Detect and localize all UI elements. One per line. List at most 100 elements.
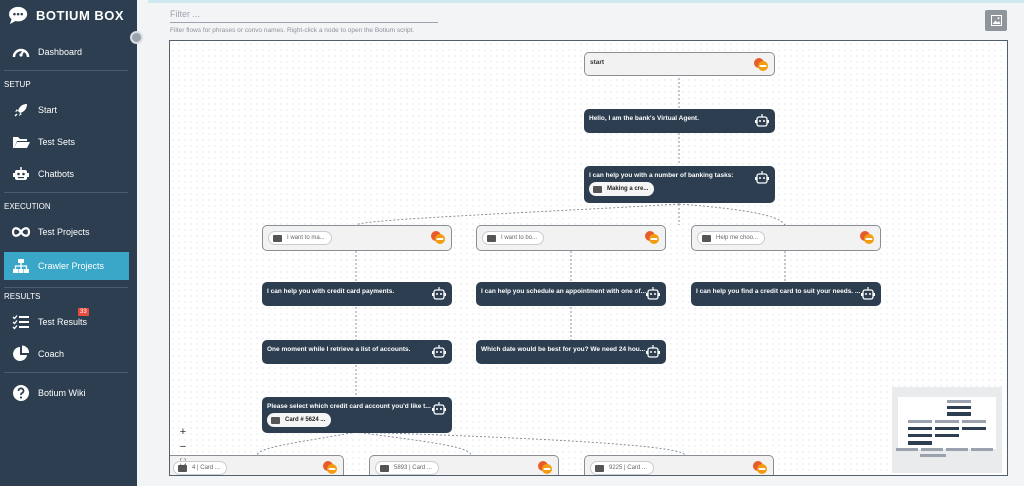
robot-icon [432,287,446,300]
chip-text: 4 | Card ... [192,465,220,471]
test-results-count-badge: 33 [78,308,89,316]
flow-node-bot[interactable]: One moment while I retrieve a list of ac… [262,340,452,364]
chat-avatar-icon [754,58,768,71]
chip-text: Card # 5624 ... [285,417,326,423]
export-image-button[interactable] [985,10,1007,31]
robot-icon [646,345,660,358]
chat-bubbles-logo-icon [9,6,28,25]
zoom-in-button[interactable]: + [178,425,188,440]
flow-minimap[interactable] [892,387,1002,473]
sidebar-item-label: Test Results [38,317,88,327]
question-circle-icon [11,384,31,402]
robot-icon [755,171,769,184]
sidebar-item-coach[interactable]: Coach [0,340,137,368]
user-input-chip: Help me choo... [697,231,766,245]
sidebar-item-test-sets[interactable]: Test Sets [0,128,137,156]
sidebar-item-label: Botium Wiki [38,388,86,398]
sidebar-item-test-projects[interactable]: Test Projects [0,218,137,246]
section-execution: EXECUTION [4,202,51,211]
node-text: One moment while I retrieve a list of ac… [267,346,411,353]
filter-input[interactable] [170,6,438,23]
robot-icon [861,287,875,300]
pie-chart-icon [11,345,31,363]
node-text: Which date would be best for you? We nee… [481,346,646,353]
folder-open-icon [11,133,31,151]
fit-view-button[interactable]: ⛶ [178,455,188,470]
chat-avatar-icon [323,461,337,474]
sidebar-item-label: Chatbots [38,169,75,179]
flow-node-user[interactable]: I want to bo... [476,225,666,251]
divider [4,70,128,71]
node-text: I can help you find a credit card to sui… [696,288,861,295]
chip-text: I want to bo... [501,235,538,241]
flow-node-bot[interactable]: I can help you find a credit card to sui… [691,282,881,306]
sidebar-item-chatbots[interactable]: Chatbots [0,160,137,188]
robot-icon [432,345,446,358]
keyboard-icon [593,185,602,193]
keyboard-icon [380,464,389,472]
minimap-preview [896,397,996,457]
node-text: I can help you with credit card payments… [267,288,395,295]
flow-node-bot[interactable]: I can help you with credit card payments… [262,282,452,306]
quick-reply-chip[interactable]: Card # 5624 ... [267,413,332,427]
divider [4,372,128,373]
sidebar-item-start[interactable]: Start [0,96,137,124]
quick-reply-chip[interactable]: Making a cre... [589,182,655,196]
chip-text: 5893 | Card ... [394,465,432,471]
sidebar-item-botium-wiki[interactable]: Botium Wiki [0,379,137,407]
zoom-controls: + − ⛶ [178,425,188,470]
chat-avatar-icon [538,461,552,474]
flow-node-bot[interactable]: Hello, I am the bank's Virtual Agent. [584,109,775,133]
flow-node-bot[interactable]: I can help you with a number of banking … [584,166,775,203]
sidebar-item-crawler-projects[interactable]: Crawler Projects [4,252,129,280]
node-text: Please select which credit card account … [267,403,431,410]
chip-text: Making a cre... [607,186,649,192]
chip-text: I want to ma... [287,235,325,241]
user-input-chip: I want to ma... [268,231,332,245]
sitemap-icon [11,257,31,275]
flow-node-user[interactable]: Help me choo... [691,225,881,251]
divider [4,192,128,193]
flow-node-user[interactable]: 9225 | Card ... [584,455,774,475]
flow-node-user[interactable]: I want to ma... [262,225,452,251]
filter-help-text: Filter flows for phrases or convo names.… [170,27,415,34]
sidebar-item-dashboard[interactable]: Dashboard [0,38,137,66]
chat-avatar-icon [860,231,874,244]
user-input-chip: 9225 | Card ... [590,461,654,475]
robot-icon [755,114,769,127]
checklist-icon [11,313,31,331]
flow-node-start[interactable]: start [584,52,775,76]
user-input-chip: 5893 | Card ... [375,461,439,475]
sidebar-item-label: Start [38,105,58,115]
speedometer-icon [11,43,31,61]
robot-icon [646,287,660,300]
keyboard-icon [487,234,496,242]
keyboard-icon [702,234,711,242]
robot-icon [432,402,446,415]
zoom-out-button[interactable]: − [178,440,188,455]
brand[interactable]: BOTIUM BOX [8,5,124,25]
user-input-chip: I want to bo... [482,231,545,245]
flow-node-bot[interactable]: Please select which credit card account … [262,397,452,433]
node-text: start [590,59,605,66]
flow-canvas[interactable]: start Hello, I am the bank's Virtual Age… [169,40,1008,476]
flow-node-bot[interactable]: Which date would be best for you? We nee… [476,340,666,364]
flow-node-user[interactable]: 4 | Card ... [170,455,344,475]
divider [4,287,128,288]
chat-avatar-icon [753,461,767,474]
keyboard-icon [273,234,282,242]
sidebar-item-label: Test Projects [38,227,90,237]
sidebar-item-test-results[interactable]: Test Results 33 [0,308,137,336]
sidebar-collapse-button[interactable] [130,31,143,44]
top-accent-line [148,0,1024,3]
robot-icon [11,165,31,183]
sidebar-item-label: Coach [38,349,65,359]
keyboard-icon [271,416,280,424]
chip-text: Help me choo... [716,235,759,241]
flow-node-user[interactable]: 5893 | Card ... [369,455,559,475]
keyboard-icon [595,464,604,472]
chip-text: 9225 | Card ... [609,465,647,471]
node-text: I can help you with a number of banking … [589,172,734,179]
flow-node-bot[interactable]: I can help you schedule an appointment w… [476,282,666,306]
chat-avatar-icon [645,231,659,244]
